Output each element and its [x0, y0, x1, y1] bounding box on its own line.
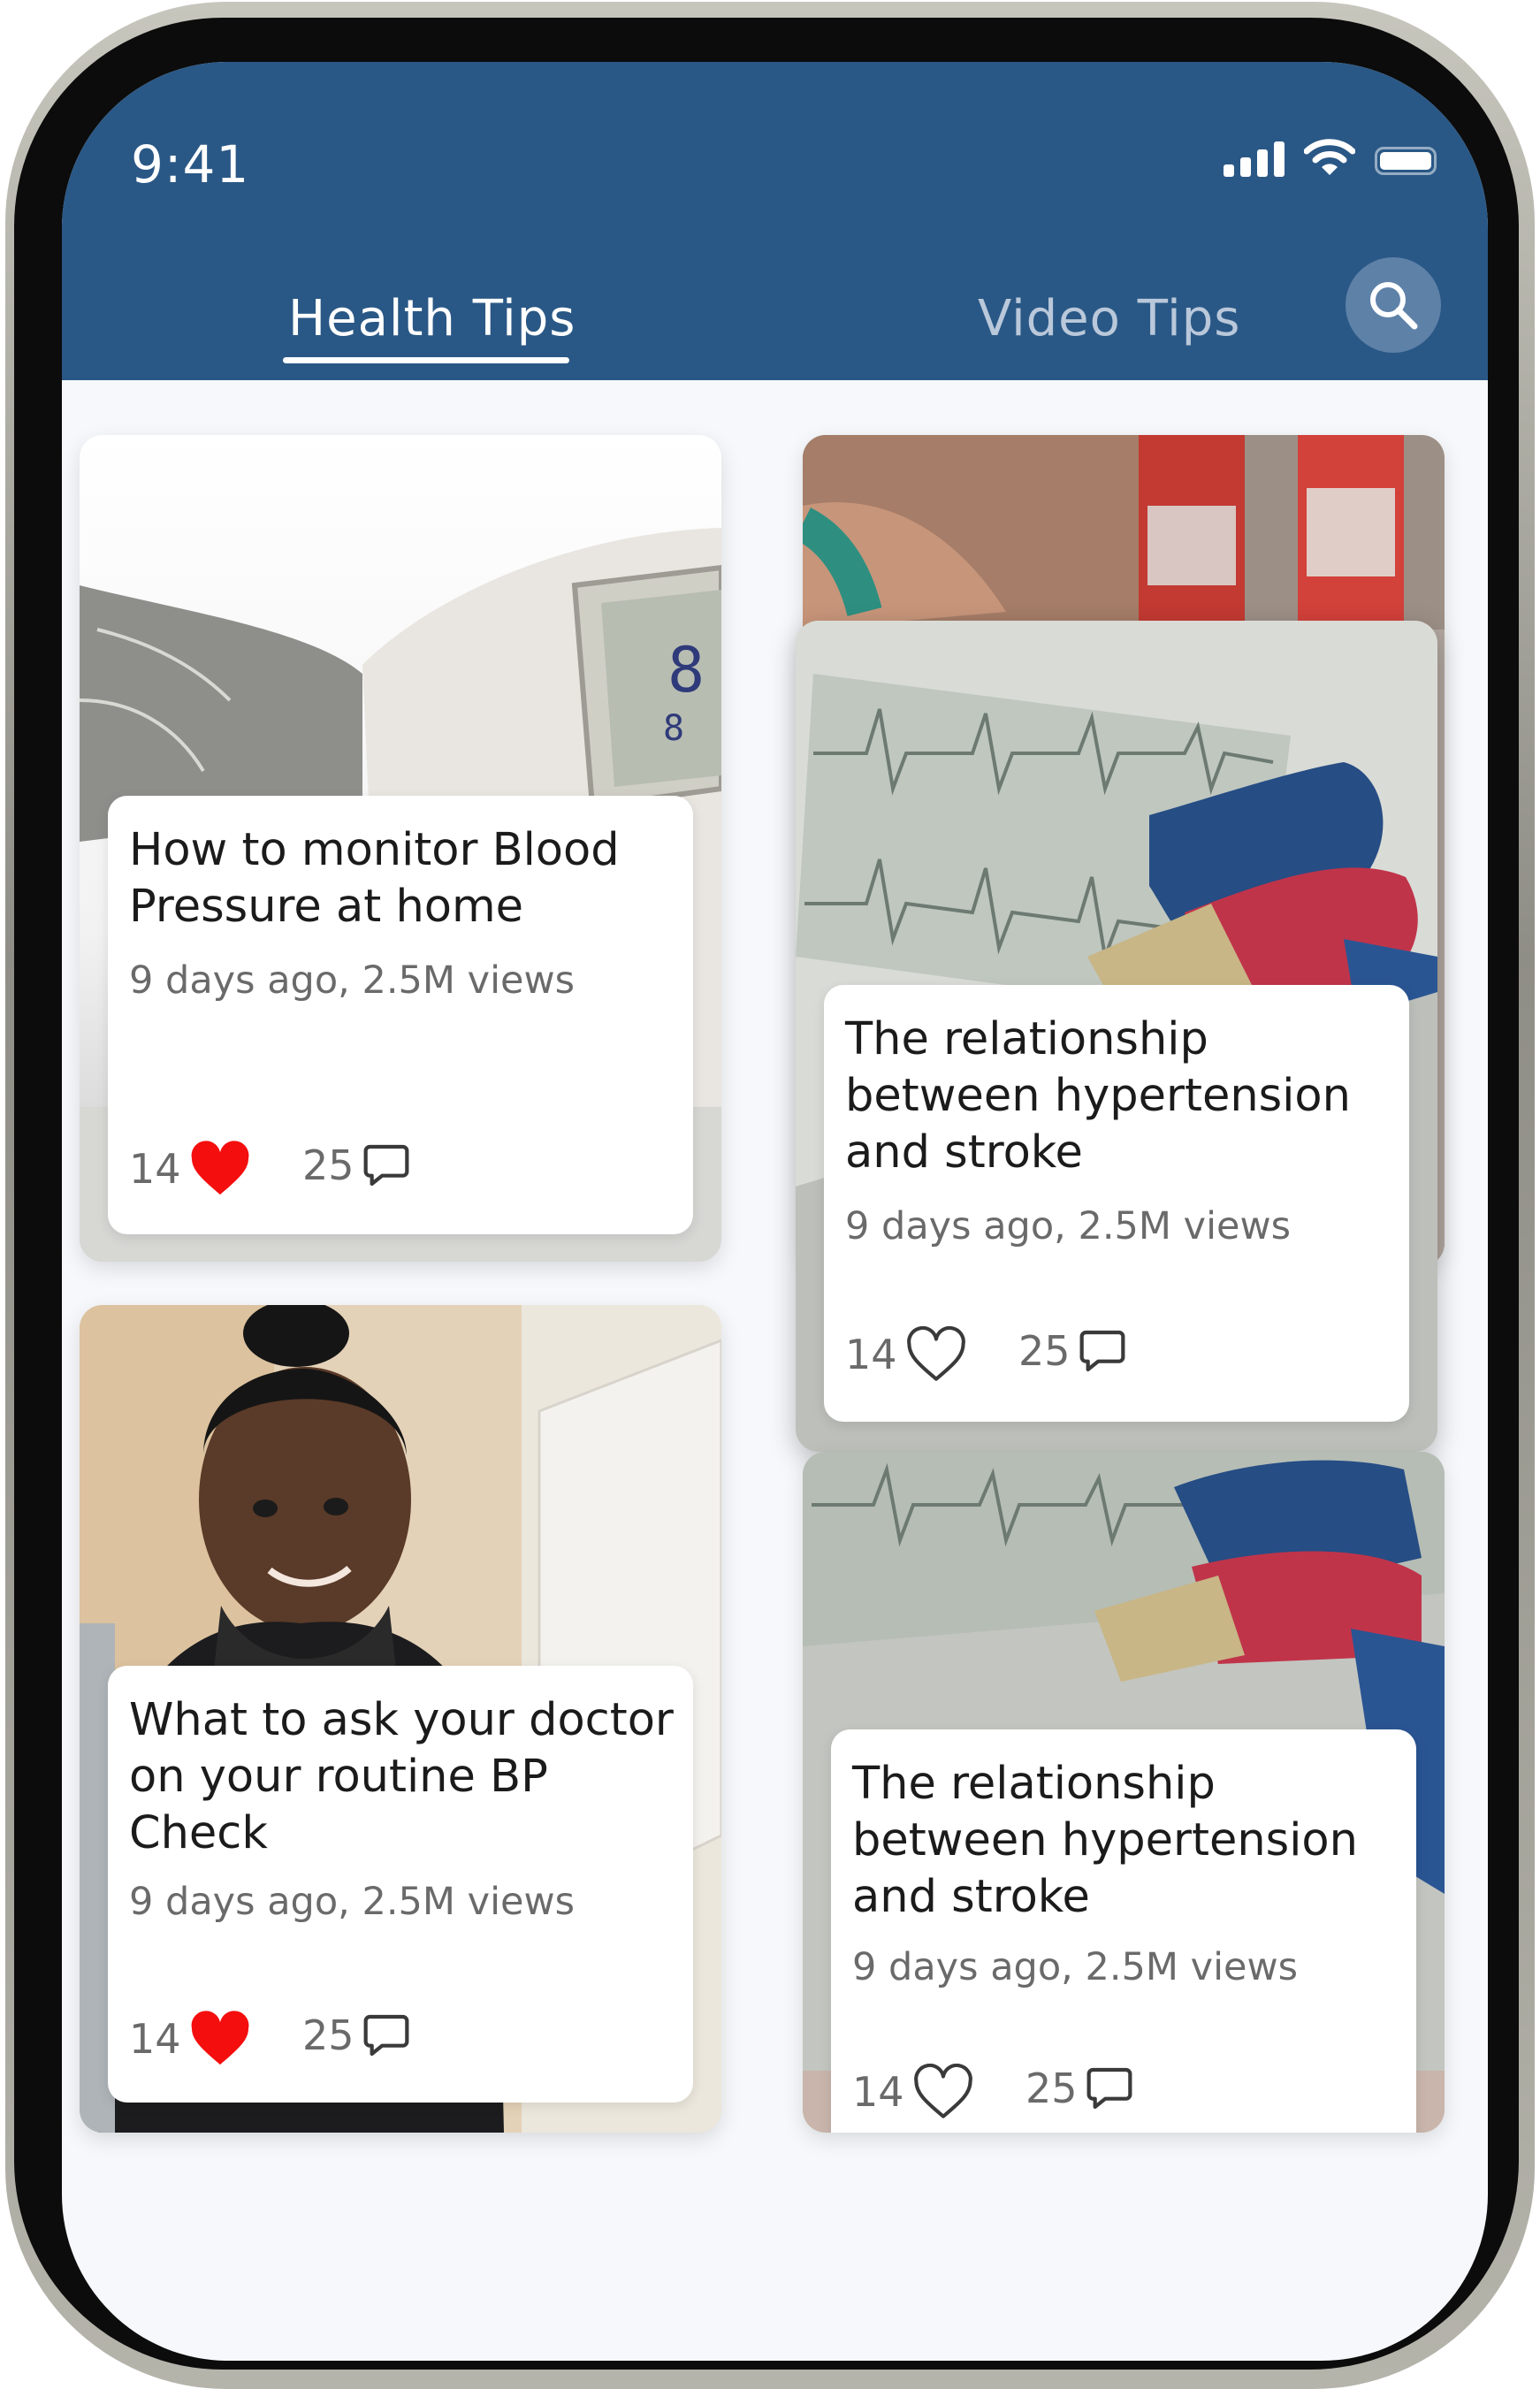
comment-count: 25: [302, 2011, 355, 2059]
tab-health-tips[interactable]: Health Tips: [288, 290, 576, 347]
search-icon: [1370, 282, 1418, 330]
heart-filled-icon: [191, 1141, 248, 1195]
heart-outline-icon: [913, 2064, 972, 2118]
app-screen: 9:41 Health Tips Video Tips 8 8 How to m…: [62, 62, 1488, 2361]
tip-title: The relationship between hypertension an…: [845, 1013, 1351, 1179]
tip-info-panel: The relationship between hypertension an…: [824, 985, 1409, 1422]
svg-text:8: 8: [663, 708, 684, 749]
tip-card[interactable]: The relationship between hypertension an…: [803, 1452, 1445, 2133]
like-count: 14: [845, 1331, 897, 1378]
cellular-signal-icon: [1224, 138, 1285, 177]
heart-filled-icon: [191, 2011, 248, 2065]
comment-button[interactable]: 25: [302, 2011, 411, 2060]
tip-title: What to ask your doctor on your routine …: [129, 1694, 674, 1859]
tip-meta: 9 days ago, 2.5M views: [129, 958, 576, 1003]
app-header: 9:41 Health Tips Video Tips: [62, 62, 1488, 380]
comment-button[interactable]: 25: [1018, 1326, 1127, 1376]
battery-icon: [1375, 147, 1437, 175]
comment-icon: [363, 1144, 408, 1187]
tip-title: How to monitor Blood Pressure at home: [129, 824, 620, 933]
comment-icon: [1079, 1330, 1125, 1372]
comment-count: 25: [302, 1141, 355, 1189]
tip-card[interactable]: 8 8 How to monitor Blood Pressure at hom…: [80, 435, 721, 1262]
heart-outline-icon: [906, 1326, 965, 1381]
status-icons: [1224, 138, 1437, 177]
tip-info-panel: The relationship between hypertension an…: [831, 1729, 1416, 2133]
comment-icon: [363, 2014, 408, 2057]
like-count: 14: [852, 2068, 904, 2116]
tip-card[interactable]: What to ask your doctor on your routine …: [80, 1305, 721, 2133]
tip-meta: 9 days ago, 2.5M views: [129, 1880, 576, 1924]
like-button[interactable]: 14: [129, 2011, 252, 2067]
comment-button[interactable]: 25: [1025, 2064, 1134, 2113]
like-button[interactable]: 14: [129, 1141, 252, 1197]
comment-icon: [1086, 2067, 1132, 2110]
comment-button[interactable]: 25: [302, 1141, 411, 1190]
active-tab-indicator: [283, 357, 569, 363]
tip-info-panel: What to ask your doctor on your routine …: [108, 1666, 693, 2103]
status-time: 9:41: [131, 134, 250, 195]
like-button[interactable]: 14: [852, 2064, 975, 2120]
comment-count: 25: [1025, 2065, 1078, 2112]
search-button[interactable]: [1346, 257, 1441, 353]
tab-video-tips[interactable]: Video Tips: [978, 290, 1240, 347]
tip-meta: 9 days ago, 2.5M views: [845, 1204, 1292, 1248]
like-button[interactable]: 14: [845, 1326, 968, 1383]
tip-meta: 9 days ago, 2.5M views: [852, 1945, 1299, 1989]
tip-title: The relationship between hypertension an…: [852, 1758, 1358, 1923]
like-count: 14: [129, 1145, 181, 1193]
tip-info-panel: How to monitor Blood Pressure at home 9 …: [108, 796, 693, 1234]
like-count: 14: [129, 2015, 181, 2063]
comment-count: 25: [1018, 1327, 1071, 1375]
svg-text:8: 8: [667, 634, 705, 706]
wifi-icon: [1304, 139, 1355, 175]
tip-card[interactable]: The relationship between hypertension an…: [796, 621, 1437, 1452]
